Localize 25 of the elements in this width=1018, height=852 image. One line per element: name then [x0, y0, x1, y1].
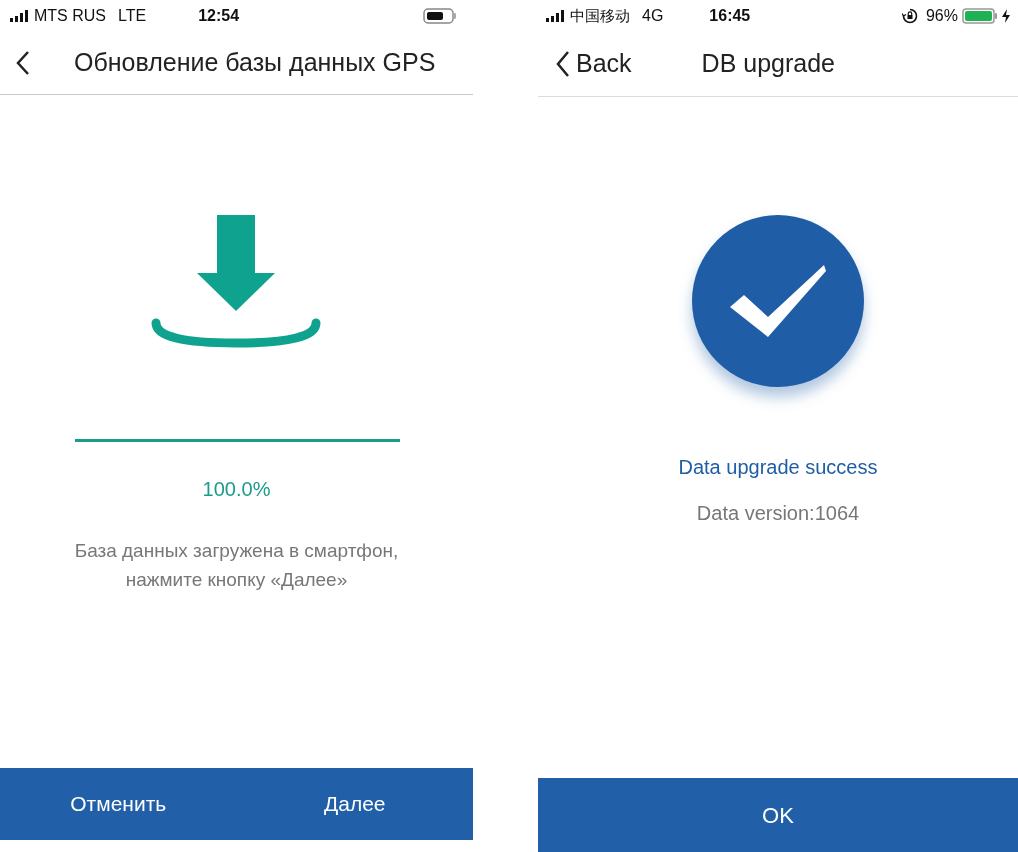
battery-icon — [423, 8, 457, 24]
charging-icon — [1002, 9, 1010, 23]
ok-button[interactable]: OK — [538, 778, 1018, 852]
success-title: Data upgrade success — [678, 455, 878, 480]
battery-percentage: 96% — [925, 6, 958, 26]
action-button[interactable]: Далее — [236, 768, 473, 840]
signal-icon — [546, 10, 566, 22]
progress-percentage: 100.0% — [202, 477, 271, 502]
network-type: 4G — [642, 6, 664, 26]
status-message: База данных загружена в смартфон, нажмите кнопку «Далее» — [73, 539, 400, 592]
status-time: 16:45 — [709, 6, 751, 26]
carrier-name: 中国移动 — [570, 5, 630, 26]
network-type: LTE — [118, 6, 147, 26]
battery-icon — [962, 8, 998, 24]
signal-icon — [10, 10, 30, 22]
rotation-lock-icon — [901, 8, 918, 24]
action-button[interactable]: Отменить — [0, 768, 237, 840]
carrier-name: MTS RUS — [34, 6, 106, 26]
screen-title: DB upgrade — [701, 48, 836, 80]
checkmark-icon — [728, 263, 828, 339]
screen-title: Обновление базы данных GPS — [74, 47, 436, 79]
status-time: 12:54 — [198, 6, 240, 26]
chevron-left-icon — [556, 50, 570, 78]
data-version: Data version:1064 — [696, 501, 860, 526]
back-button[interactable]: Back — [556, 45, 632, 83]
